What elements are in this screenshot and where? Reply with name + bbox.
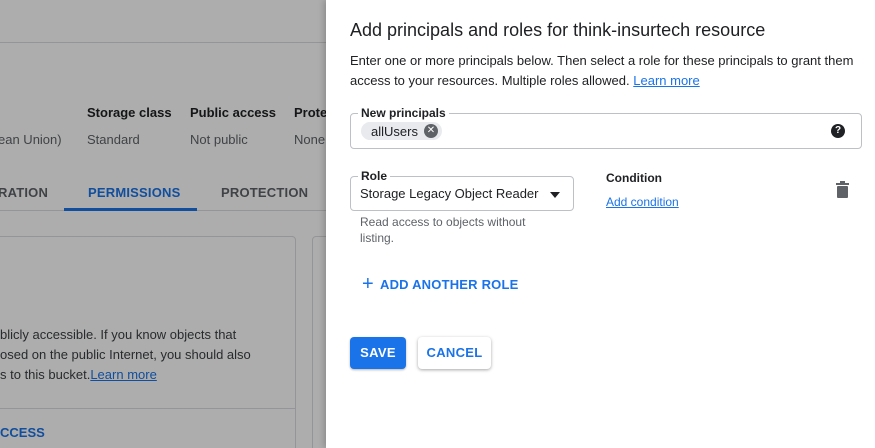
panel-description: Enter one or more principals below. Then… <box>350 53 854 88</box>
role-value: Storage Legacy Object Reader <box>360 186 539 201</box>
principal-chip-label: allUsers <box>371 123 418 139</box>
role-label: Role <box>358 169 391 183</box>
add-condition-link[interactable]: Add condition <box>606 195 679 209</box>
help-icon[interactable]: ? <box>831 124 845 138</box>
role-select[interactable]: Role Storage Legacy Object Reader <box>350 169 574 211</box>
new-principals-field[interactable]: New principals allUsers ✕ ? <box>350 106 862 149</box>
remove-chip-icon[interactable]: ✕ <box>423 124 438 138</box>
role-help-text: Read access to objects without listing. <box>360 215 526 245</box>
add-principals-panel: Add principals and roles for think-insur… <box>326 0 875 448</box>
save-button[interactable]: SAVE <box>350 337 406 369</box>
modal-scrim[interactable] <box>0 0 326 448</box>
principal-chip: allUsers ✕ <box>361 122 442 140</box>
delete-role-icon[interactable] <box>836 181 849 198</box>
add-another-role-button[interactable]: + ADD ANOTHER ROLE <box>362 274 519 294</box>
add-another-role-label: ADD ANOTHER ROLE <box>380 276 519 292</box>
condition-label: Condition <box>606 171 662 185</box>
dropdown-arrow-icon <box>550 192 560 198</box>
new-principals-label: New principals <box>358 106 449 120</box>
plus-icon: + <box>362 273 374 295</box>
cancel-button[interactable]: CANCEL <box>418 337 491 369</box>
panel-title: Add principals and roles for think-insur… <box>350 20 766 40</box>
panel-learn-more-link[interactable]: Learn more <box>633 73 699 88</box>
